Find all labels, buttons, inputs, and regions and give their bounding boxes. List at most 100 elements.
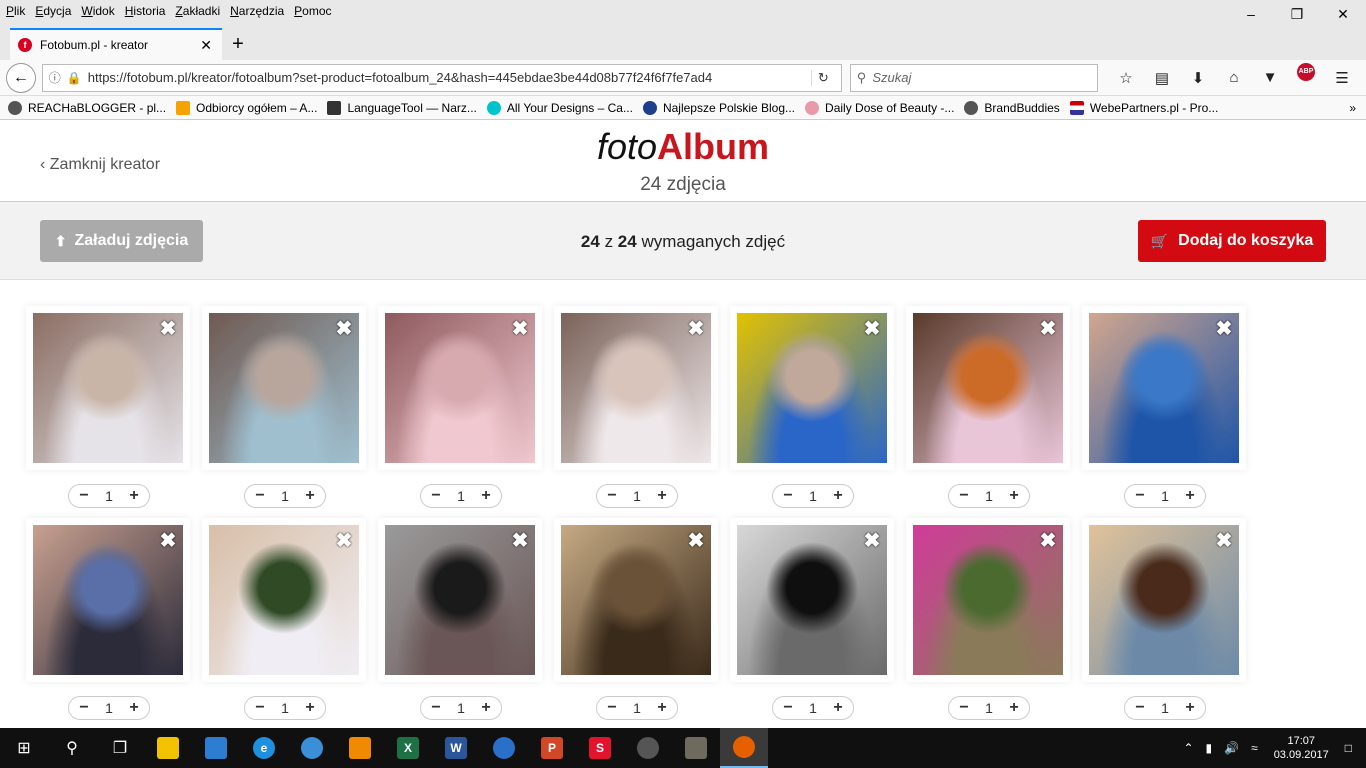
quantity-value[interactable]: 1 bbox=[633, 700, 641, 716]
notifications-icon[interactable]: □ bbox=[1345, 741, 1352, 755]
new-tab-button[interactable]: + bbox=[222, 28, 254, 60]
quantity-value[interactable]: 1 bbox=[281, 700, 289, 716]
address-bar[interactable]: ⓘ 🔒 https://fotobum.pl/kreator/fotoalbum… bbox=[41, 63, 842, 92]
decrease-quantity-button[interactable]: − bbox=[603, 699, 621, 717]
increase-quantity-button[interactable]: + bbox=[829, 699, 847, 717]
photo-thumbnail[interactable]: ✖ bbox=[385, 313, 535, 463]
decrease-quantity-button[interactable]: − bbox=[251, 487, 269, 505]
increase-quantity-button[interactable]: + bbox=[1181, 487, 1199, 505]
quantity-value[interactable]: 1 bbox=[809, 700, 817, 716]
quantity-value[interactable]: 1 bbox=[633, 488, 641, 504]
menu-zakladki[interactable]: Zakładki bbox=[175, 4, 220, 18]
remove-photo-icon[interactable]: ✖ bbox=[1037, 529, 1059, 552]
remove-photo-icon[interactable]: ✖ bbox=[509, 317, 531, 340]
menu-widok[interactable]: Widok bbox=[81, 4, 114, 18]
windows-start-icon[interactable]: ⊞ bbox=[0, 728, 48, 768]
bookmark-item[interactable]: All Your Designs – Ca... bbox=[486, 100, 633, 115]
download-icon[interactable]: ⬇ bbox=[1180, 63, 1216, 93]
adblock-icon[interactable]: ABP bbox=[1297, 62, 1315, 81]
increase-quantity-button[interactable]: + bbox=[125, 699, 143, 717]
menu-historia[interactable]: Historia bbox=[125, 4, 166, 18]
wifi-icon[interactable]: ≈ bbox=[1251, 741, 1258, 755]
tool-icon[interactable] bbox=[288, 728, 336, 768]
increase-quantity-button[interactable]: + bbox=[477, 487, 495, 505]
photo-thumbnail[interactable]: ✖ bbox=[385, 525, 535, 675]
increase-quantity-button[interactable]: + bbox=[829, 487, 847, 505]
bookmark-item[interactable]: Odbiorcy ogółem – A... bbox=[176, 100, 317, 115]
increase-quantity-button[interactable]: + bbox=[1181, 699, 1199, 717]
add-to-cart-button[interactable]: 🛒 Dodaj do koszyka bbox=[1138, 220, 1326, 262]
photo-thumbnail[interactable]: ✖ bbox=[913, 313, 1063, 463]
remove-photo-icon[interactable]: ✖ bbox=[1037, 317, 1059, 340]
quantity-value[interactable]: 1 bbox=[809, 488, 817, 504]
remove-photo-icon[interactable]: ✖ bbox=[333, 317, 355, 340]
photo-thumbnail[interactable]: ✖ bbox=[209, 525, 359, 675]
photo-thumbnail[interactable]: ✖ bbox=[737, 525, 887, 675]
bookmark-item[interactable]: BrandBuddies bbox=[964, 100, 1060, 115]
close-tab-icon[interactable]: ✕ bbox=[200, 37, 212, 54]
file-explorer-icon[interactable] bbox=[144, 728, 192, 768]
decrease-quantity-button[interactable]: − bbox=[1131, 699, 1149, 717]
minimize-icon[interactable]: – bbox=[1228, 0, 1274, 28]
quantity-value[interactable]: 1 bbox=[457, 488, 465, 504]
remove-photo-icon[interactable]: ✖ bbox=[685, 529, 707, 552]
decrease-quantity-button[interactable]: − bbox=[955, 699, 973, 717]
bookmarks-overflow-icon[interactable]: » bbox=[1349, 101, 1356, 115]
remove-photo-icon[interactable]: ✖ bbox=[333, 529, 355, 552]
increase-quantity-button[interactable]: + bbox=[653, 487, 671, 505]
menu-plik[interactable]: Plik bbox=[6, 4, 25, 18]
photo-thumbnail[interactable]: ✖ bbox=[33, 525, 183, 675]
decrease-quantity-button[interactable]: − bbox=[955, 487, 973, 505]
vlc-icon[interactable] bbox=[336, 728, 384, 768]
remove-photo-icon[interactable]: ✖ bbox=[1213, 529, 1235, 552]
cloud-icon[interactable] bbox=[480, 728, 528, 768]
bookmark-item[interactable]: REACHaBLOGGER - pl... bbox=[8, 100, 166, 115]
menu-narzedzia[interactable]: Narzędzia bbox=[230, 4, 284, 18]
remove-photo-icon[interactable]: ✖ bbox=[685, 317, 707, 340]
photo-thumbnail[interactable]: ✖ bbox=[561, 313, 711, 463]
increase-quantity-button[interactable]: + bbox=[125, 487, 143, 505]
photo-thumbnail[interactable]: ✖ bbox=[737, 313, 887, 463]
tab-fotobum[interactable]: f Fotobum.pl - kreator ✕ bbox=[10, 28, 222, 60]
remove-photo-icon[interactable]: ✖ bbox=[509, 529, 531, 552]
bookmark-star-icon[interactable]: ☆ bbox=[1108, 63, 1144, 93]
quantity-value[interactable]: 1 bbox=[1161, 488, 1169, 504]
remove-photo-icon[interactable]: ✖ bbox=[1213, 317, 1235, 340]
photo-thumbnail[interactable]: ✖ bbox=[33, 313, 183, 463]
library-icon[interactable]: ▤ bbox=[1144, 63, 1180, 93]
search-icon[interactable]: ⚲ bbox=[48, 728, 96, 768]
restore-icon[interactable]: ❐ bbox=[1274, 0, 1320, 28]
photo-thumbnail[interactable]: ✖ bbox=[561, 525, 711, 675]
decrease-quantity-button[interactable]: − bbox=[75, 699, 93, 717]
store-icon[interactable] bbox=[192, 728, 240, 768]
photo-thumbnail[interactable]: ✖ bbox=[209, 313, 359, 463]
decrease-quantity-button[interactable]: − bbox=[251, 699, 269, 717]
decrease-quantity-button[interactable]: − bbox=[75, 487, 93, 505]
increase-quantity-button[interactable]: + bbox=[301, 487, 319, 505]
info-icon[interactable]: ⓘ bbox=[49, 69, 61, 86]
edge-icon[interactable]: e bbox=[240, 728, 288, 768]
photo-thumbnail[interactable]: ✖ bbox=[1089, 313, 1239, 463]
quantity-value[interactable]: 1 bbox=[105, 700, 113, 716]
word-icon[interactable]: W bbox=[432, 728, 480, 768]
remove-photo-icon[interactable]: ✖ bbox=[157, 529, 179, 552]
url-text[interactable]: https://fotobum.pl/kreator/fotoalbum?set… bbox=[88, 70, 811, 85]
decrease-quantity-button[interactable]: − bbox=[779, 487, 797, 505]
decrease-quantity-button[interactable]: − bbox=[427, 487, 445, 505]
menu-edycja[interactable]: Edycja bbox=[35, 4, 71, 18]
chevron-up-icon[interactable]: ⌃ bbox=[1183, 741, 1193, 755]
camera-icon[interactable] bbox=[624, 728, 672, 768]
remove-photo-icon[interactable]: ✖ bbox=[861, 529, 883, 552]
increase-quantity-button[interactable]: + bbox=[301, 699, 319, 717]
photo-thumbnail[interactable]: ✖ bbox=[913, 525, 1063, 675]
bookmark-item[interactable]: WebePartners.pl - Pro... bbox=[1069, 100, 1218, 115]
menu-pomoc[interactable]: Pomoc bbox=[294, 4, 331, 18]
firefox-icon[interactable] bbox=[720, 728, 768, 768]
photo-thumbnail[interactable]: ✖ bbox=[1089, 525, 1239, 675]
back-button[interactable]: ← bbox=[6, 62, 36, 93]
decrease-quantity-button[interactable]: − bbox=[603, 487, 621, 505]
bookmark-item[interactable]: Najlepsze Polskie Blog... bbox=[642, 100, 795, 115]
home-icon[interactable]: ⌂ bbox=[1216, 63, 1252, 93]
quantity-value[interactable]: 1 bbox=[985, 700, 993, 716]
quantity-value[interactable]: 1 bbox=[281, 488, 289, 504]
